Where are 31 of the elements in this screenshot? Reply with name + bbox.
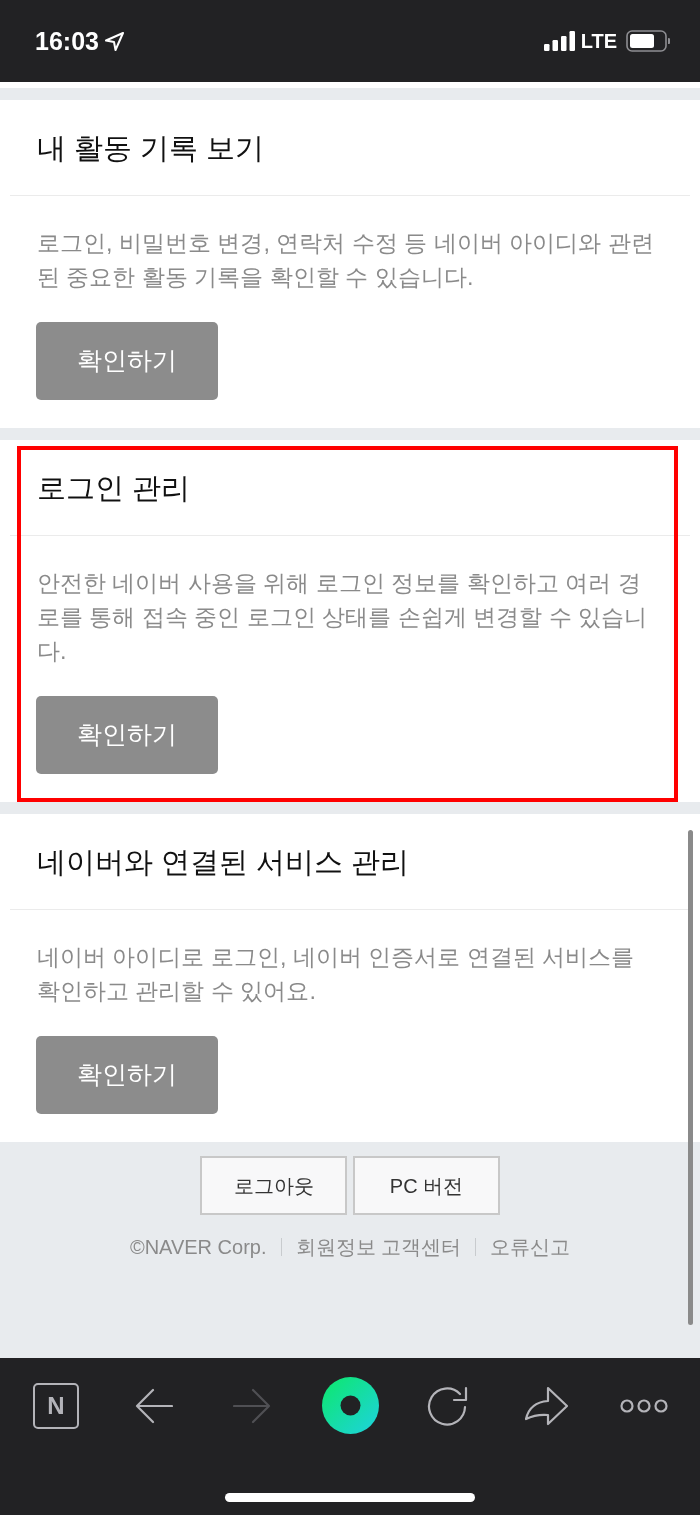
share-button[interactable] [523,1385,569,1426]
confirm-button[interactable]: 확인하기 [36,696,218,774]
confirm-button[interactable]: 확인하기 [36,322,218,400]
ring-icon [321,1377,379,1434]
footer-button[interactable]: 로그아웃 [200,1156,347,1215]
footer-link[interactable]: 회원정보 고객센터 [295,1233,462,1261]
back-button[interactable] [135,1387,173,1424]
network-type: LTE [580,31,617,51]
more-button[interactable] [620,1398,668,1413]
confirm-button[interactable]: 확인하기 [36,1036,218,1114]
footer-link[interactable]: 오류신고 [490,1233,571,1261]
back-arrow-icon [135,1387,173,1424]
card-title: 네이버와 연결된 서비스 관리 [37,844,410,880]
card-description: 안전한 네이버 사용을 위해 로그인 정보를 확인하고 여러 경로를 통해 접속 중인 로그인 상태를 손쉽게 변경할 수 있습니다. [36,569,649,666]
location-arrow-icon [104,31,124,51]
share-icon [523,1385,569,1426]
ring-button[interactable] [321,1377,379,1434]
reload-icon [427,1385,469,1426]
n-logo-button[interactable]: N [33,1382,79,1429]
signal-icon [543,31,576,51]
reload-button[interactable] [427,1385,469,1426]
forward-arrow-icon [233,1387,271,1424]
card-title: 내 활동 기록 보기 [37,130,265,166]
copyright-text: ©NAVER Corp. [129,1235,267,1260]
card-description: 네이버 아이디로 로그인, 네이버 인증서로 연결된 서비스를 확인하고 관리할 수 있어요. [36,943,636,1006]
footer-button[interactable]: PC 버전 [353,1156,500,1215]
card-description: 로그인, 비밀번호 변경, 연락처 수정 등 네이버 아이디와 관련된 중요한 활동 기록을 확인할 수 있습니다. [36,229,655,292]
status-time: 16:03 [35,28,99,54]
card-title: 로그인 관리 [37,470,191,506]
battery-icon [626,30,670,52]
more-icon [620,1398,668,1413]
